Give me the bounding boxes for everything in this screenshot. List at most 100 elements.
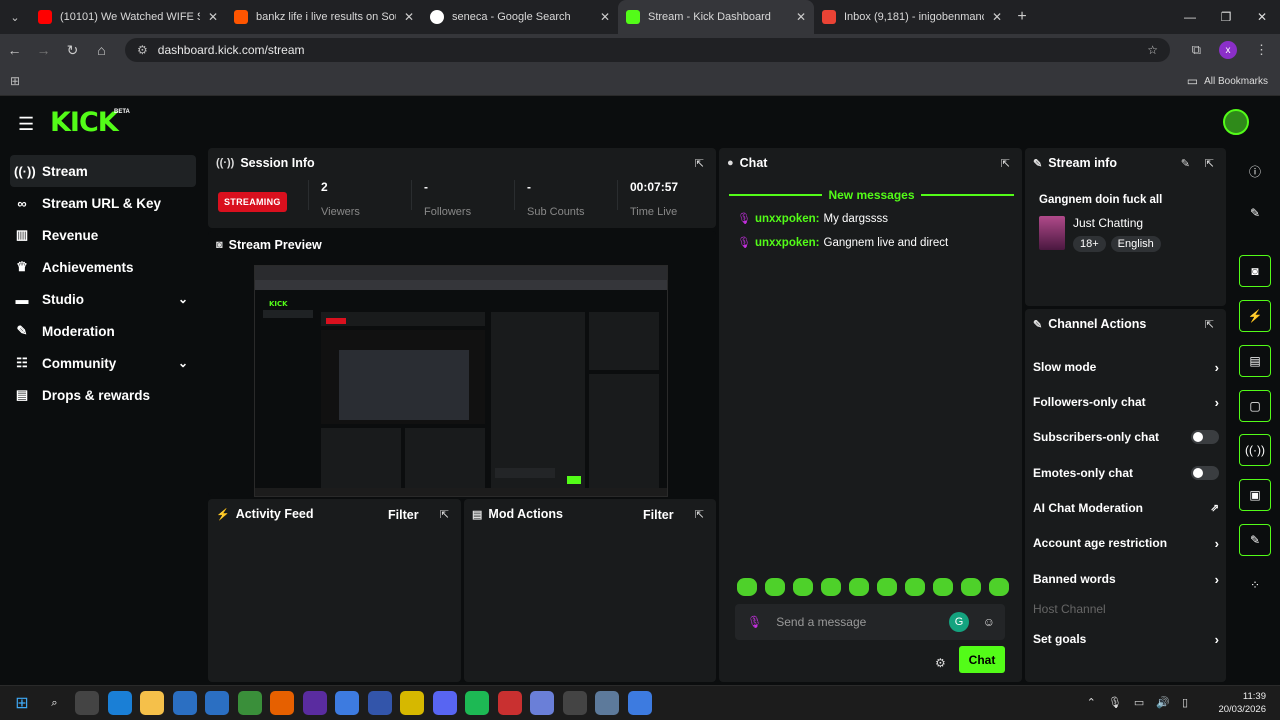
edit-pencil-icon[interactable]: ✎ [1181, 157, 1190, 170]
app-icon[interactable] [497, 691, 522, 715]
file-explorer-icon[interactable] [140, 691, 164, 715]
subscribers-only-toggle[interactable] [1191, 430, 1219, 444]
edit-icon[interactable]: ✎ [1239, 197, 1271, 229]
user-avatar[interactable] [1223, 109, 1249, 135]
browser-tab[interactable]: Inbox (9,181) - inigobenmancer39 ✕ [814, 0, 1010, 34]
chat-username[interactable]: unxxpoken: [755, 213, 820, 225]
new-messages-divider[interactable]: New messages [729, 188, 1014, 202]
popout-icon[interactable]: ⇱ [695, 157, 704, 170]
mic-icon[interactable]: 🎙 [1108, 696, 1122, 709]
restore-icon[interactable]: ❐ [1208, 0, 1244, 34]
app-icon[interactable] [562, 691, 587, 715]
sidebar-item-community[interactable]: ☷ Community ⌄ [10, 347, 196, 379]
outlook-icon[interactable] [205, 691, 229, 715]
browser-tab-active[interactable]: Stream - Kick Dashboard ✕ [618, 0, 814, 34]
sidebar-item-stream[interactable]: ((·)) Stream [10, 155, 196, 187]
app-icon[interactable] [367, 691, 392, 715]
popout-icon[interactable]: ⇱ [1205, 318, 1214, 331]
app-icon[interactable] [530, 691, 554, 715]
chrome-icon[interactable] [335, 691, 359, 715]
emote-icon[interactable] [961, 578, 981, 596]
mod-actions-filter-button[interactable]: Filter [643, 508, 674, 522]
close-tab-icon[interactable]: ✕ [208, 10, 218, 24]
emote-icon[interactable] [989, 578, 1009, 596]
channel-action-banned-words[interactable]: Banned words › [1033, 569, 1219, 589]
category-thumbnail[interactable] [1039, 216, 1065, 250]
home-icon[interactable]: ⌂ [87, 42, 116, 58]
emote-icon[interactable] [737, 578, 757, 596]
close-tab-icon[interactable]: ✕ [992, 10, 1002, 24]
forward-icon[interactable]: → [29, 42, 58, 58]
emotes-only-toggle[interactable] [1191, 466, 1219, 480]
url-bar[interactable]: ⚙ dashboard.kick.com/stream ☆ [125, 38, 1170, 62]
extensions-icon[interactable]: ⧉ [1192, 42, 1201, 58]
broadcast-icon[interactable]: ((·)) [1239, 434, 1271, 466]
popout-icon[interactable]: ⇱ [440, 508, 449, 521]
channel-action-slow-mode[interactable]: Slow mode › [1033, 357, 1219, 377]
browser-tab[interactable]: seneca - Google Search ✕ [422, 0, 618, 34]
discord-icon[interactable] [432, 691, 457, 715]
channel-action-followers-only[interactable]: Followers-only chat › [1033, 392, 1219, 412]
emote-icon[interactable] [905, 578, 925, 596]
close-window-icon[interactable]: ✕ [1244, 0, 1280, 34]
stream-category[interactable]: Just Chatting [1073, 216, 1143, 230]
sidebar-item-drops-rewards[interactable]: ▤ Drops & rewards [10, 379, 196, 411]
emote-icon[interactable] [821, 578, 841, 596]
sidebar-item-achievements[interactable]: ♛ Achievements [10, 251, 196, 283]
calculator-icon[interactable] [595, 691, 619, 715]
layout-icon[interactable]: ▣ [1239, 479, 1271, 511]
browser-menu-icon[interactable]: ⋮ [1255, 42, 1268, 58]
close-tab-icon[interactable]: ✕ [404, 10, 414, 24]
tab-search-icon[interactable]: ⌄ [0, 0, 30, 34]
widgets-icon[interactable] [75, 691, 99, 715]
emote-icon[interactable] [793, 578, 813, 596]
vpn-icon[interactable] [302, 691, 327, 715]
emote-icon[interactable] [849, 578, 869, 596]
close-tab-icon[interactable]: ✕ [600, 10, 610, 24]
stream-preview-video[interactable]: KICK [254, 265, 668, 497]
browser-tab[interactable]: bankz life i live results on SoundCl ✕ [226, 0, 422, 34]
apps-grid-icon[interactable]: ⊞ [10, 74, 20, 88]
sidebar-item-moderation[interactable]: ✎ Moderation [10, 315, 196, 347]
new-tab-button[interactable]: + [1010, 0, 1034, 34]
document-icon[interactable]: ▤ [1239, 345, 1271, 377]
camera-focus-icon[interactable]: ◙ [1239, 255, 1271, 287]
emote-icon[interactable] [877, 578, 897, 596]
bookmark-star-icon[interactable]: ☆ [1147, 43, 1158, 57]
sidebar-item-studio[interactable]: ▬ Studio ⌄ [10, 283, 196, 315]
grammarly-icon[interactable]: G [949, 612, 969, 632]
chat-bubble-icon[interactable]: ▢ [1239, 390, 1271, 422]
send-chat-button[interactable]: Chat [959, 646, 1005, 673]
store-icon[interactable] [172, 691, 197, 715]
popout-icon[interactable]: ⇱ [1205, 157, 1214, 170]
firefox-icon[interactable] [270, 691, 294, 715]
chat-settings-gear-icon[interactable]: ⚙ [935, 656, 946, 670]
all-bookmarks-button[interactable]: ▭ All Bookmarks [1187, 74, 1268, 88]
edge-icon[interactable] [107, 691, 132, 715]
app-icon[interactable] [400, 691, 424, 715]
taskbar-clock[interactable]: 11:39 20/03/2026 [1218, 690, 1266, 716]
channel-action-ai-moderation[interactable]: AI Chat Moderation ⇗ [1033, 498, 1219, 518]
profile-avatar[interactable]: x [1219, 41, 1237, 59]
kick-logo[interactable]: KICK [50, 107, 119, 138]
channel-action-set-goals[interactable]: Set goals › [1033, 629, 1219, 649]
popout-icon[interactable]: ⇱ [695, 508, 704, 521]
battery-icon[interactable]: ▯ [1182, 696, 1188, 709]
spotify-icon[interactable] [465, 691, 489, 715]
browser-tab[interactable]: (10101) We Watched WIFE SWAP ✕ [30, 0, 226, 34]
emoji-picker-icon[interactable]: ☺ [983, 615, 995, 629]
wrench-icon[interactable]: ✎ [1239, 524, 1271, 556]
hamburger-menu-icon[interactable]: ☰ [18, 114, 34, 135]
utorrent-icon[interactable] [237, 691, 262, 715]
sidebar-item-stream-url-key[interactable]: ∞ Stream URL & Key [10, 187, 196, 219]
emote-icon[interactable] [933, 578, 953, 596]
sidebar-item-revenue[interactable]: ▥ Revenue [10, 219, 196, 251]
chevron-up-icon[interactable]: ⌃ [1087, 696, 1096, 709]
back-icon[interactable]: ← [0, 42, 29, 58]
channel-action-account-age[interactable]: Account age restriction › [1033, 533, 1219, 553]
search-icon[interactable]: ⌕ [43, 691, 67, 715]
site-info-icon[interactable]: ⚙ [137, 43, 148, 57]
volume-icon[interactable]: 🔊 [1156, 696, 1170, 709]
bolt-icon[interactable]: ⚡ [1239, 300, 1271, 332]
activity-filter-button[interactable]: Filter [388, 508, 419, 522]
